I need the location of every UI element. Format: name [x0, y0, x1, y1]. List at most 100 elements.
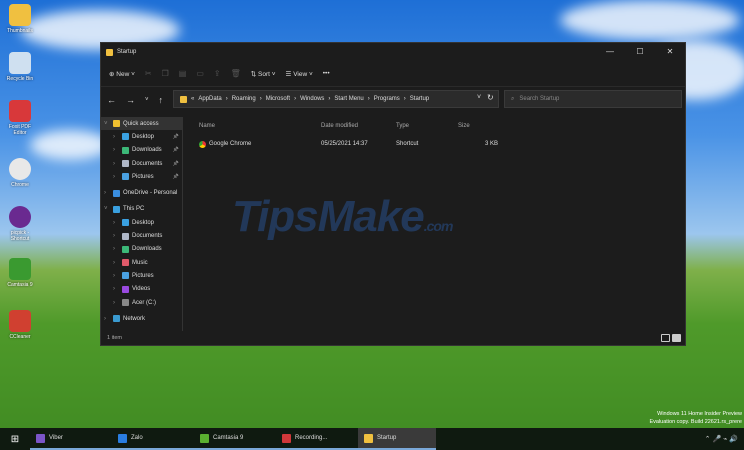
file-row[interactable]: Google Chrome 05/25/2021 14:37 Shortcut … — [191, 135, 685, 153]
breadcrumb-4[interactable]: Windows — [300, 96, 324, 102]
desktop-icon[interactable]: Camtasia 9 — [2, 258, 38, 288]
desktop-icon[interactable]: picpick - Shortcut — [2, 206, 38, 242]
search-input[interactable]: ⌕ Search Startup — [504, 90, 682, 108]
chevron-icon[interactable]: › — [113, 260, 119, 266]
desktop-icon-image — [9, 100, 31, 122]
file-list: Name Date modified Type Size Google Chro… — [191, 117, 685, 153]
column-size[interactable]: Size — [458, 123, 498, 129]
folder-icon — [122, 133, 129, 141]
close-button[interactable]: ✕ — [655, 43, 685, 61]
sidebar-item[interactable]: › Videos — [101, 283, 182, 296]
up-button[interactable]: ↑ — [159, 95, 164, 105]
breadcrumb-5[interactable]: Start Menu — [334, 96, 363, 102]
copy-icon[interactable]: ❐ — [162, 69, 169, 78]
sidebar-item[interactable]: › OneDrive - Personal — [101, 186, 182, 199]
chevron-icon[interactable]: › — [113, 134, 119, 140]
column-date-modified[interactable]: Date modified — [321, 123, 396, 129]
sidebar-item[interactable]: › Documents — [101, 229, 182, 242]
chevron-icon[interactable]: ˅ — [104, 121, 110, 127]
taskbar-item[interactable]: Startup — [358, 428, 436, 450]
file-name: Google Chrome — [209, 141, 252, 147]
paste-icon[interactable]: ▤ — [179, 69, 187, 78]
forward-button[interactable]: → — [126, 95, 135, 105]
breadcrumb-6[interactable]: Programs — [374, 96, 400, 102]
address-dropdown-icon[interactable]: ˅ — [477, 94, 481, 101]
more-button[interactable]: ••• — [323, 70, 330, 77]
chevron-icon[interactable]: › — [113, 220, 119, 226]
breadcrumb-3[interactable]: Microsoft — [266, 96, 290, 102]
desktop-icon-image — [9, 310, 31, 332]
taskbar-item[interactable]: Viber — [30, 428, 112, 450]
sidebar-item[interactable]: › Downloads 📌 — [101, 144, 182, 157]
sidebar-item[interactable]: › Desktop 📌 — [101, 130, 182, 143]
rename-icon[interactable]: ▭ — [196, 69, 204, 78]
sidebar-item[interactable]: › Desktop — [101, 216, 182, 229]
chevron-icon[interactable]: › — [113, 273, 119, 279]
chevron-icon[interactable]: › — [113, 233, 119, 239]
chevron-icon[interactable]: › — [113, 286, 119, 292]
sidebar-item[interactable]: › Acer (C:) — [101, 296, 182, 309]
status-bar: 1 item — [101, 331, 685, 345]
folder-icon — [122, 285, 129, 293]
details-view-button[interactable] — [661, 334, 670, 342]
view-button[interactable]: ☰ View ˅ — [286, 70, 313, 78]
sidebar-item[interactable]: ˅ Quick access — [101, 117, 182, 131]
sidebar-item-label: Desktop — [132, 133, 155, 140]
breadcrumb-0[interactable]: « — [191, 96, 194, 102]
refresh-icon[interactable]: ↻ — [487, 93, 494, 102]
taskbar-item[interactable]: Zalo — [112, 428, 194, 450]
column-type[interactable]: Type — [396, 123, 458, 129]
chevron-icon[interactable]: ˅ — [104, 206, 110, 212]
taskbar-item[interactable]: Camtasia 9 — [194, 428, 276, 450]
column-name[interactable]: Name — [191, 123, 321, 129]
sidebar-item-label: Pictures — [132, 272, 154, 279]
minimize-button[interactable]: — — [595, 43, 625, 61]
desktop-icon[interactable]: Recycle Bin — [2, 52, 38, 82]
taskbar-item-label: Viber — [49, 435, 63, 441]
sidebar-item[interactable]: › Documents 📌 — [101, 157, 182, 170]
item-count: 1 item — [107, 335, 122, 341]
cut-icon[interactable]: ✂ — [145, 69, 152, 78]
sort-button[interactable]: ⇅ Sort ˅ — [251, 70, 276, 78]
sidebar-item[interactable]: ˅ This PC — [101, 203, 182, 216]
desktop-icon[interactable]: Thumbnails — [2, 4, 38, 34]
app-icon — [118, 433, 127, 443]
new-button[interactable]: ⊕ New ˅ — [109, 70, 135, 78]
file-date: 05/25/2021 14:37 — [321, 141, 368, 147]
taskbar-item[interactable]: Recording... — [276, 428, 358, 450]
breadcrumb-1[interactable]: AppData — [198, 96, 221, 102]
sidebar-item[interactable]: › Pictures — [101, 269, 182, 282]
pin-icon: 📌 — [172, 147, 179, 154]
maximize-button[interactable]: ☐ — [625, 43, 655, 61]
folder-icon — [122, 272, 129, 280]
sidebar-item[interactable]: › Downloads — [101, 243, 182, 256]
delete-icon[interactable]: 🗑 — [231, 69, 241, 78]
chevron-icon[interactable]: › — [113, 161, 119, 167]
start-button[interactable]: ⊞ — [0, 434, 30, 445]
sidebar-item[interactable]: › Music — [101, 256, 182, 269]
chevron-icon[interactable]: › — [113, 300, 119, 306]
sidebar-item[interactable]: › Network — [101, 312, 182, 325]
breadcrumb-2[interactable]: Roaming — [232, 96, 256, 102]
back-button[interactable]: ← — [107, 95, 116, 105]
address-bar[interactable]: «AppData › Roaming › Microsoft › Windows › Start… — [173, 90, 499, 108]
desktop-icon[interactable]: Chrome — [2, 158, 38, 188]
recent-button[interactable]: ˅ — [145, 97, 149, 103]
navigation-pane: ˅ Quick access › Desktop 📌 › Downloads 📌 › Docume… — [101, 117, 183, 331]
desktop-icon[interactable]: Foxit PDF Editor — [2, 100, 38, 136]
pin-icon: 📌 — [172, 160, 179, 167]
chevron-icon[interactable]: › — [113, 246, 119, 252]
desktop-icon-label: Chrome — [11, 182, 29, 188]
chevron-icon[interactable]: › — [104, 316, 110, 322]
system-tray[interactable]: ⌃ 🎤 ⌁ 🔊 — [705, 435, 738, 443]
tiles-view-button[interactable] — [672, 334, 681, 342]
share-icon[interactable]: ⇪ — [214, 69, 221, 78]
chevron-icon[interactable]: › — [113, 147, 119, 153]
folder-icon — [113, 120, 120, 128]
folder-icon — [106, 48, 113, 56]
desktop-icon[interactable]: CCleaner — [2, 310, 38, 340]
chevron-icon[interactable]: › — [104, 190, 110, 196]
chevron-icon[interactable]: › — [113, 174, 119, 180]
sidebar-item[interactable]: › Pictures 📌 — [101, 170, 182, 183]
breadcrumb-7[interactable]: Startup — [410, 96, 429, 102]
